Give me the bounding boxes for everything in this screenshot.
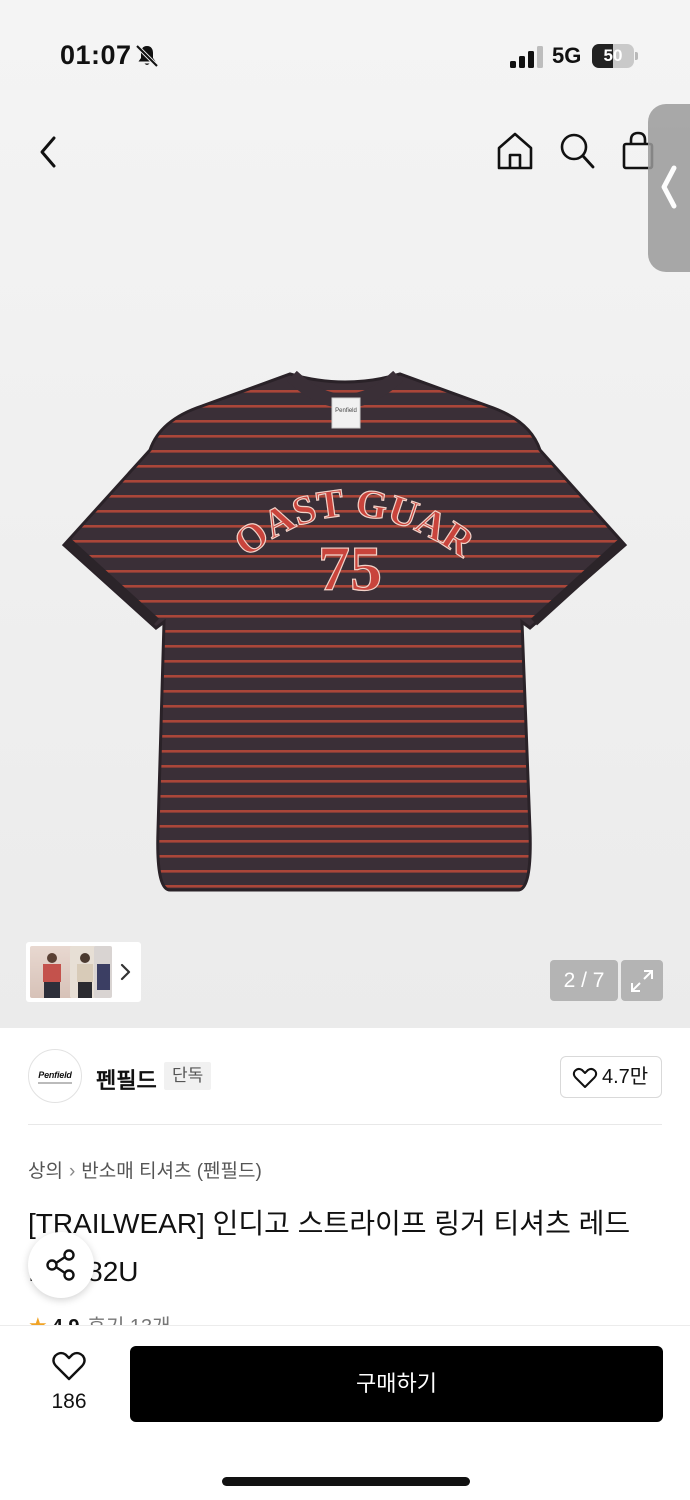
home-icon[interactable] xyxy=(494,130,536,172)
breadcrumb: 상의 › 반소매 티셔츠 (펜필드) xyxy=(28,1156,262,1183)
heart-icon xyxy=(572,1067,598,1088)
bell-off-icon xyxy=(135,44,159,68)
expand-icon xyxy=(631,970,653,992)
rating-row[interactable]: ★4.9후기 13개 xyxy=(28,1308,328,1326)
bottom-action-bar: 186 구매하기 xyxy=(0,1325,690,1500)
home-indicator[interactable] xyxy=(222,1477,470,1486)
wishlist-count: 186 xyxy=(51,1390,87,1413)
wishlist-button[interactable]: 186 xyxy=(34,1348,104,1418)
status-time: 01:07 xyxy=(60,40,132,70)
battery-percent: 50 xyxy=(603,46,623,65)
back-icon[interactable] xyxy=(30,130,70,174)
product-image-gallery[interactable]: 01:07 5G 50 Penfield OAST GUAR 75 2 / 7 xyxy=(0,0,690,1028)
thumbnail-strip[interactable] xyxy=(26,942,141,1002)
network-type: 5G xyxy=(552,43,582,68)
status-bar: 01:07 5G 50 xyxy=(0,0,690,110)
search-icon[interactable] xyxy=(556,130,598,172)
share-icon xyxy=(46,1249,75,1281)
battery-icon: 50 xyxy=(592,44,638,68)
expand-image-button[interactable] xyxy=(621,960,663,1001)
brand-like-count: 4.7만 xyxy=(602,1066,649,1088)
breadcrumb-item[interactable]: 반소매 티셔츠 (펜필드) xyxy=(81,1161,262,1182)
shirt-neck-label: Penfield xyxy=(335,408,357,414)
exclusive-badge: 단독 xyxy=(164,1062,212,1090)
image-counter: 2 / 7 xyxy=(550,960,618,1001)
brand-logo-text: Penfield xyxy=(38,1070,72,1080)
share-button[interactable] xyxy=(28,1232,94,1298)
signal-icon xyxy=(510,46,543,68)
chevron-right-icon: › xyxy=(68,1161,76,1182)
shirt-print-number: 75 xyxy=(318,533,382,604)
thumbnail-image[interactable] xyxy=(94,946,112,998)
brand-like-button[interactable]: 4.7만 xyxy=(560,1056,662,1098)
buy-button[interactable]: 구매하기 xyxy=(130,1346,663,1422)
brand-logo[interactable]: Penfield xyxy=(28,1049,82,1103)
breadcrumb-item[interactable]: 상의 xyxy=(28,1161,63,1182)
brand-name[interactable]: 펜필드 xyxy=(96,1063,157,1095)
heart-icon xyxy=(52,1351,86,1381)
chevron-right-icon[interactable] xyxy=(118,962,132,982)
edge-panel-handle[interactable] xyxy=(648,104,690,272)
product-title: [TRAILWEAR] 인디고 스트라이프 링거 티셔츠 레드 ...KT82U xyxy=(28,1208,631,1287)
product-image: Penfield COAST GUARD 75 xyxy=(60,360,628,892)
divider xyxy=(28,1124,662,1125)
